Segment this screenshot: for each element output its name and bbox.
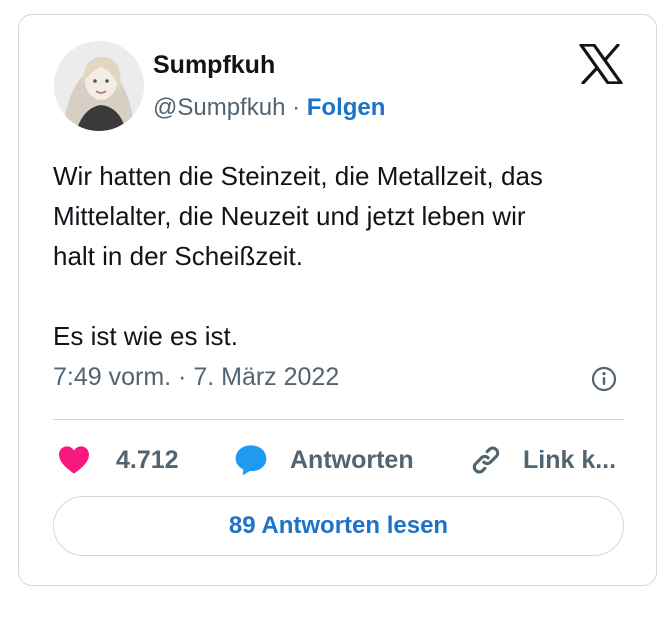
- like-button[interactable]: 4.712: [57, 442, 179, 478]
- tweet-line: Mittelalter, die Neuzeit und jetzt leben…: [53, 201, 526, 231]
- follow-link[interactable]: Folgen: [307, 94, 386, 121]
- reply-button[interactable]: Antworten: [234, 442, 414, 478]
- read-replies-label: 89 Antworten lesen: [228, 512, 449, 539]
- heart-icon: [59, 446, 89, 474]
- info-icon[interactable]: [591, 366, 617, 392]
- like-count: 4.712: [116, 445, 179, 474]
- link-label: Link k...: [523, 445, 617, 474]
- copy-link-button[interactable]: Link k...: [469, 442, 616, 478]
- tweet-text: Wir hatten die Steinzeit, die Metallzeit…: [53, 156, 633, 356]
- avatar[interactable]: [54, 41, 144, 131]
- divider: [53, 419, 624, 420]
- reply-bubble-icon: [235, 445, 267, 476]
- tweet-line: Wir hatten die Steinzeit, die Metallzeit…: [53, 161, 543, 191]
- author-handle-row: @Sumpfkuh · Folgen: [153, 94, 385, 122]
- author-name[interactable]: Sumpfkuh: [153, 51, 275, 80]
- avatar-photo: [54, 41, 144, 131]
- tweet-embed-card: Sumpfkuh @Sumpfkuh · Folgen Wir hatten d…: [18, 14, 657, 586]
- author-handle[interactable]: @Sumpfkuh: [153, 94, 285, 121]
- tweet-line: Es ist wie es ist.: [53, 321, 238, 351]
- x-logo-icon[interactable]: [579, 43, 623, 85]
- handle-separator: ·: [285, 94, 307, 121]
- tweet-timestamp[interactable]: 7:49 vorm. · 7. März 2022: [53, 363, 339, 392]
- tweet-line: halt in der Scheißzeit.: [53, 241, 304, 271]
- reply-label: Antworten: [290, 445, 414, 474]
- link-icon: [472, 446, 500, 474]
- read-replies-button[interactable]: 89 Antworten lesen: [53, 496, 624, 556]
